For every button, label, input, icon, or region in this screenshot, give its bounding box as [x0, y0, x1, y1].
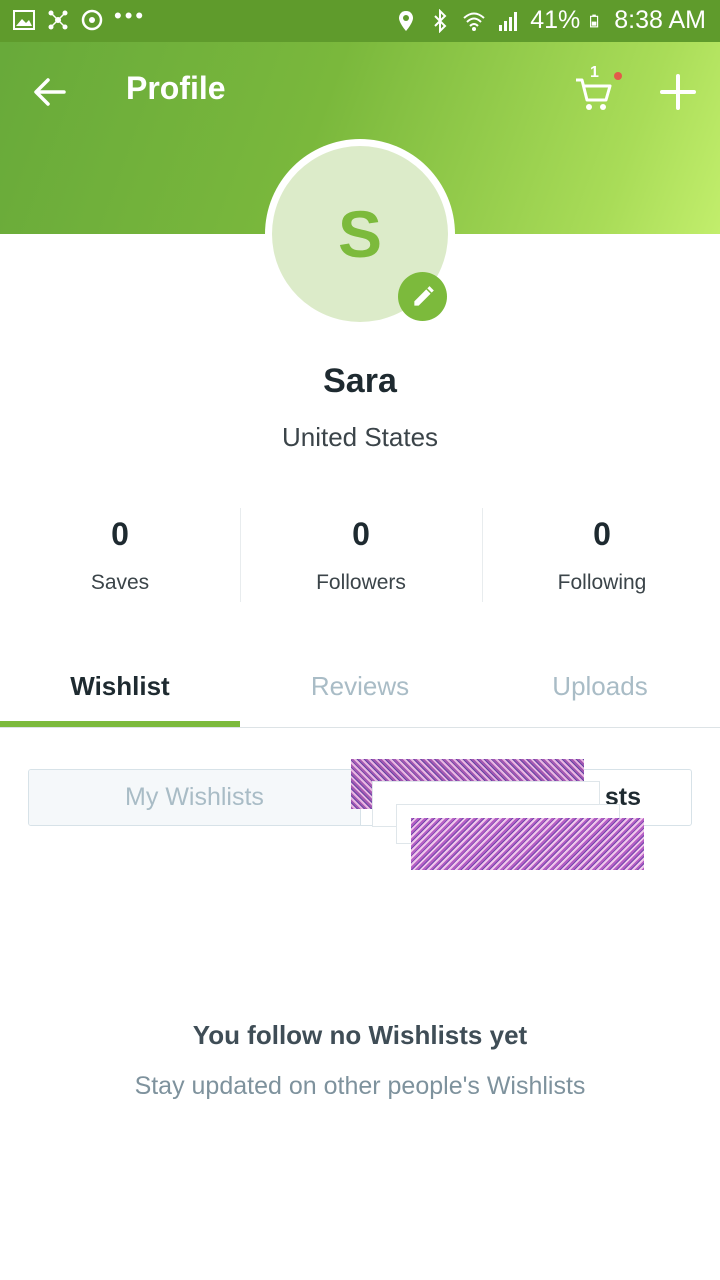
clock: 8:38 AM: [614, 6, 706, 34]
stat-label: Following: [557, 571, 647, 594]
stat-value: 0: [352, 516, 370, 552]
profile-stats: 0 Saves 0 Followers 0 Following: [0, 508, 720, 602]
segment-my-wishlists[interactable]: My Wishlists: [29, 770, 361, 825]
tab-uploads[interactable]: Uploads: [480, 650, 720, 726]
bluetooth-icon: [434, 8, 447, 33]
avatar-initial: S: [337, 197, 383, 271]
stat-value: 0: [111, 516, 129, 552]
profile-tabs: Wishlist Reviews Uploads: [0, 650, 720, 728]
redaction-overlay: [411, 818, 644, 870]
back-arrow-icon[interactable]: [30, 72, 70, 112]
stat-following[interactable]: 0 Following: [482, 508, 720, 602]
profile-location: United States: [281, 422, 439, 452]
status-bar: ••• 41% 8:38 AM: [0, 0, 720, 42]
stat-value: 0: [593, 516, 611, 552]
battery-icon: [590, 14, 599, 27]
empty-state-title: You follow no Wishlists yet: [192, 1020, 528, 1050]
edit-avatar-button[interactable]: [398, 272, 447, 321]
page-title: Profile: [126, 70, 226, 106]
cart-notification-dot: [614, 72, 622, 80]
active-tab-indicator: [0, 721, 240, 727]
location-icon: [399, 10, 414, 31]
stat-label: Saves: [90, 571, 150, 594]
profile-name: Sara: [323, 362, 397, 400]
stat-followers[interactable]: 0 Followers: [241, 508, 481, 602]
network-icon: [48, 10, 68, 30]
tab-wishlist[interactable]: Wishlist: [0, 650, 240, 726]
add-icon[interactable]: [656, 70, 700, 114]
signal-icon: [499, 11, 518, 31]
cart-button[interactable]: 1: [574, 64, 626, 114]
cart-count-badge: 1: [590, 64, 599, 81]
stat-saves[interactable]: 0 Saves: [0, 508, 240, 602]
sync-icon: [81, 9, 103, 31]
wifi-icon: [463, 12, 485, 31]
image-icon: [13, 10, 35, 30]
tab-reviews[interactable]: Reviews: [240, 650, 480, 726]
empty-state-subtitle: Stay updated on other people's Wishlists: [134, 1072, 586, 1100]
more-icon: •••: [114, 3, 147, 28]
pencil-icon: [413, 285, 434, 306]
battery-percent: 41%: [530, 6, 581, 34]
stat-label: Followers: [316, 571, 406, 594]
